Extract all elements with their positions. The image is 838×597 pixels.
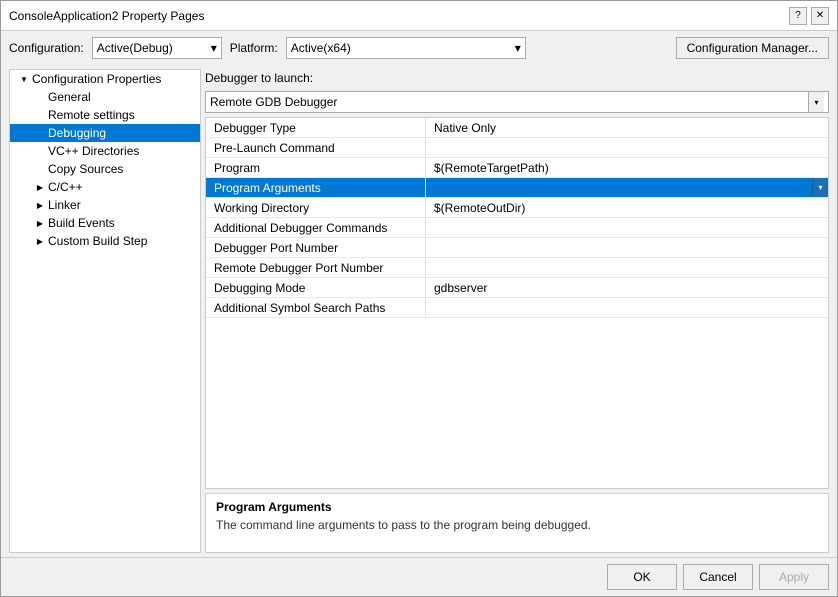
- help-button[interactable]: ?: [789, 7, 807, 25]
- info-description: The command line arguments to pass to th…: [216, 518, 818, 532]
- platform-label: Platform:: [230, 41, 278, 55]
- debugger-launch-label: Debugger to launch:: [205, 69, 829, 87]
- debugger-dropdown[interactable]: Remote GDB Debugger ▾: [205, 91, 829, 113]
- prop-name-8: Debugging Mode: [206, 278, 426, 297]
- tree-arrow-custom-build-step: ▶: [34, 237, 46, 246]
- prop-row-2[interactable]: Program$(RemoteTargetPath): [206, 158, 828, 178]
- platform-value: Active(x64): [291, 41, 351, 55]
- tree-item-remote-settings[interactable]: Remote settings: [10, 106, 200, 124]
- prop-row-4[interactable]: Working Directory$(RemoteOutDir): [206, 198, 828, 218]
- platform-dropdown[interactable]: Active(x64): [286, 37, 526, 59]
- prop-name-3: Program Arguments: [206, 178, 426, 197]
- tree-item-linker[interactable]: ▶Linker: [10, 196, 200, 214]
- prop-name-4: Working Directory: [206, 198, 426, 217]
- prop-value-8: gdbserver: [426, 281, 828, 295]
- title-controls: ? ✕: [789, 7, 829, 25]
- prop-row-6[interactable]: Debugger Port Number: [206, 238, 828, 258]
- tree-label-remote-settings: Remote settings: [48, 108, 135, 122]
- prop-name-1: Pre-Launch Command: [206, 138, 426, 157]
- ok-button[interactable]: OK: [607, 564, 677, 590]
- tree-label-vc-dirs: VC++ Directories: [48, 144, 139, 158]
- main-content: ▼Configuration Properties General Remote s…: [1, 65, 837, 557]
- tree-item-cpp[interactable]: ▶C/C++: [10, 178, 200, 196]
- config-dropdown-arrow: [211, 41, 217, 55]
- tree-label-linker: Linker: [48, 198, 81, 212]
- prop-name-5: Additional Debugger Commands: [206, 218, 426, 237]
- tree-item-copy-sources[interactable]: Copy Sources: [10, 160, 200, 178]
- prop-value-0: Native Only: [426, 121, 828, 135]
- config-value: Active(Debug): [97, 41, 173, 55]
- prop-row-3[interactable]: Program Arguments ▾: [206, 178, 828, 198]
- dialog-title: ConsoleApplication2 Property Pages: [9, 9, 204, 23]
- tree-label-build-events: Build Events: [48, 216, 115, 230]
- tree-arrow-cpp: ▶: [34, 183, 46, 192]
- platform-dropdown-arrow: [515, 41, 521, 55]
- properties-table: Debugger TypeNative OnlyPre-Launch Comma…: [205, 117, 829, 489]
- tree-item-general[interactable]: General: [10, 88, 200, 106]
- tree-label-general: General: [48, 90, 91, 104]
- config-row: Configuration: Active(Debug) Platform: A…: [1, 31, 837, 65]
- tree-item-vc-dirs[interactable]: VC++ Directories: [10, 142, 200, 160]
- close-button[interactable]: ✕: [811, 7, 829, 25]
- prop-name-9: Additional Symbol Search Paths: [206, 298, 426, 317]
- cancel-button[interactable]: Cancel: [683, 564, 753, 590]
- config-label: Configuration:: [9, 41, 84, 55]
- prop-value-2: $(RemoteTargetPath): [426, 161, 828, 175]
- title-bar: ConsoleApplication2 Property Pages ? ✕: [1, 1, 837, 31]
- prop-name-2: Program: [206, 158, 426, 177]
- prop-row-9[interactable]: Additional Symbol Search Paths: [206, 298, 828, 318]
- tree-arrow-linker: ▶: [34, 201, 46, 210]
- footer: OK Cancel Apply: [1, 557, 837, 596]
- tree-item-debugging[interactable]: Debugging: [10, 124, 200, 142]
- tree-item-build-events[interactable]: ▶Build Events: [10, 214, 200, 232]
- prop-value-4: $(RemoteOutDir): [426, 201, 828, 215]
- right-panel: Debugger to launch: Remote GDB Debugger …: [205, 69, 829, 553]
- tree-label-custom-build-step: Custom Build Step: [48, 234, 147, 248]
- prop-name-6: Debugger Port Number: [206, 238, 426, 257]
- prop-row-5[interactable]: Additional Debugger Commands: [206, 218, 828, 238]
- prop-row-7[interactable]: Remote Debugger Port Number: [206, 258, 828, 278]
- prop-name-7: Remote Debugger Port Number: [206, 258, 426, 277]
- property-pages-dialog: ConsoleApplication2 Property Pages ? ✕ C…: [0, 0, 838, 597]
- info-panel: Program Arguments The command line argum…: [205, 493, 829, 553]
- tree-label-cpp: C/C++: [48, 180, 83, 194]
- info-title: Program Arguments: [216, 500, 818, 514]
- tree-arrow-config-props: ▼: [18, 75, 30, 84]
- prop-row-8[interactable]: Debugging Modegdbserver: [206, 278, 828, 298]
- prop-row-0[interactable]: Debugger TypeNative Only: [206, 118, 828, 138]
- tree-item-config-props[interactable]: ▼Configuration Properties: [10, 70, 200, 88]
- tree-label-config-props: Configuration Properties: [32, 72, 161, 86]
- left-panel: ▼Configuration Properties General Remote s…: [9, 69, 201, 553]
- prop-value-dropdown-arrow-3[interactable]: ▾: [812, 178, 828, 197]
- prop-name-0: Debugger Type: [206, 118, 426, 137]
- tree-item-custom-build-step[interactable]: ▶Custom Build Step: [10, 232, 200, 250]
- tree-label-copy-sources: Copy Sources: [48, 162, 123, 176]
- tree-label-debugging: Debugging: [48, 126, 106, 140]
- apply-button[interactable]: Apply: [759, 564, 829, 590]
- debugger-dropdown-arrow: ▾: [808, 92, 824, 112]
- config-dropdown[interactable]: Active(Debug): [92, 37, 222, 59]
- debugger-value: Remote GDB Debugger: [210, 95, 337, 109]
- tree-arrow-build-events: ▶: [34, 219, 46, 228]
- config-manager-button[interactable]: Configuration Manager...: [676, 37, 829, 59]
- prop-row-1[interactable]: Pre-Launch Command: [206, 138, 828, 158]
